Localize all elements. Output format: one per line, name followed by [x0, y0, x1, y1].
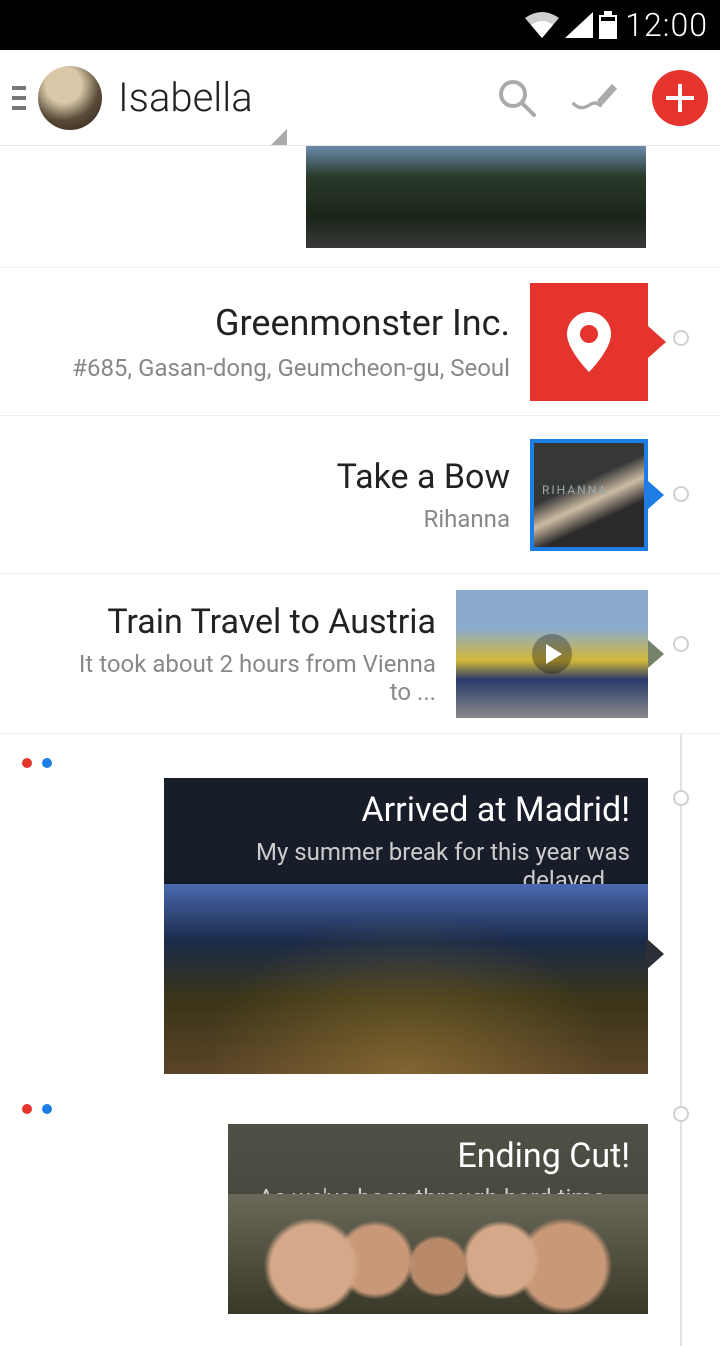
video-title: Train Travel to Austria [60, 602, 436, 642]
video-thumbnail[interactable] [456, 590, 648, 718]
pen-icon [572, 77, 622, 119]
album-art: RIHANNA [530, 439, 648, 551]
status-time: 12:00 [625, 6, 708, 44]
search-icon [496, 77, 538, 119]
avatar[interactable] [38, 66, 102, 130]
plus-icon [664, 82, 696, 114]
post-card[interactable]: Arrived at Madrid! My summer break for t… [0, 752, 720, 1074]
app-header: Isabella [0, 50, 720, 146]
music-title: Take a Bow [0, 457, 510, 497]
username-label: Isabella [118, 74, 253, 121]
menu-button[interactable] [12, 78, 32, 118]
compose-button[interactable] [572, 73, 622, 123]
video-card[interactable]: Train Travel to Austria It took about 2 … [0, 574, 720, 734]
cell-signal-icon [565, 12, 593, 38]
photo-card[interactable] [0, 146, 720, 268]
post-card[interactable]: Ending Cut! As we've been through hard t… [0, 1098, 720, 1314]
video-subtitle: It took about 2 hours from Vienna to ... [60, 650, 436, 706]
timeline-node [673, 1106, 689, 1122]
timeline-node [673, 330, 689, 346]
timeline-node [673, 486, 689, 502]
post-tags [0, 752, 720, 778]
status-bar: 12:00 [0, 0, 720, 50]
city-photo [164, 884, 648, 1074]
tag-dot-blue [42, 758, 52, 768]
post-title: Ending Cut! [246, 1136, 630, 1176]
wifi-icon [525, 12, 559, 38]
post-image: Arrived at Madrid! My summer break for t… [164, 778, 648, 1074]
tag-dot-red [22, 1104, 32, 1114]
search-button[interactable] [492, 73, 542, 123]
play-button[interactable] [532, 634, 572, 674]
post-tags [0, 1098, 720, 1124]
add-button[interactable] [652, 70, 708, 126]
tag-dot-red [22, 758, 32, 768]
music-card[interactable]: Take a Bow Rihanna RIHANNA [0, 416, 720, 574]
timeline-node [673, 790, 689, 806]
post-title: Arrived at Madrid! [182, 790, 630, 830]
dropdown-indicator-icon [271, 129, 287, 145]
location-pin-badge [530, 283, 648, 401]
map-pin-icon [567, 312, 611, 372]
card-pointer-icon [646, 938, 664, 970]
location-card[interactable]: Greenmonster Inc. #685, Gasan-dong, Geum… [0, 268, 720, 416]
timeline-node [673, 636, 689, 652]
location-subtitle: #685, Gasan-dong, Geumcheon-gu, Seoul [0, 354, 510, 382]
location-title: Greenmonster Inc. [0, 302, 510, 344]
play-icon [546, 644, 562, 664]
music-artist: Rihanna [0, 505, 510, 533]
feed: Greenmonster Inc. #685, Gasan-dong, Geum… [0, 146, 720, 1314]
battery-icon [599, 11, 617, 39]
tag-dot-blue [42, 1104, 52, 1114]
photo-thumbnail [306, 146, 646, 248]
album-text: RIHANNA [542, 483, 608, 497]
user-dropdown[interactable]: Isabella [118, 74, 253, 121]
status-icons [525, 11, 617, 39]
group-photo [228, 1194, 648, 1314]
post-image: Ending Cut! As we've been through hard t… [228, 1124, 648, 1314]
